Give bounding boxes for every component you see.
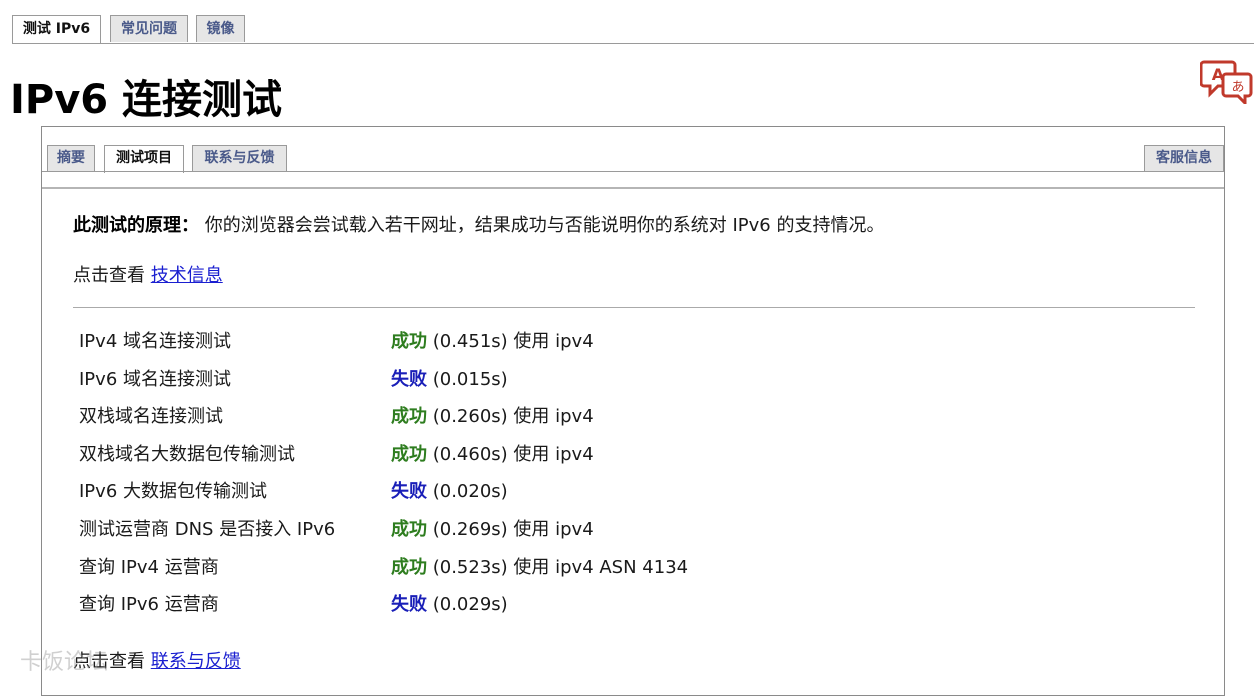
test-label: 测试运营商 DNS 是否接入 IPv6 [79,518,336,540]
test-result: 成功 (0.269s) 使用 ipv4 [391,515,594,541]
test-detail: (0.451s) 使用 ipv4 [427,331,594,352]
test-result: 成功 (0.523s) 使用 ipv4 ASN 4134 [391,553,688,579]
test-label: 双栈域名连接测试 [79,406,223,428]
test-detail: (0.460s) 使用 ipv4 [427,443,594,465]
test-label: IPv6 大数据包传输测试 [79,481,267,503]
tab-mirrors[interactable]: 镜像 [196,15,245,42]
test-result: 成功 (0.260s) 使用 ipv4 [391,402,594,428]
principle-body: 你的浏览器会尝试载入若干网址，结果成功与否能说明你的系统对 IPv6 的支持情况… [204,215,885,236]
test-status: 成功 [391,331,427,352]
test-result: 成功 (0.460s) 使用 ipv4 [391,440,594,466]
test-status: 失败 [391,481,427,503]
feedback-link[interactable]: 联系与反馈 [151,651,241,672]
test-result: 失败 (0.015s) [391,365,508,391]
test-label: 查询 IPv4 运营商 [79,556,219,578]
tab-contact-feedback[interactable]: 联系与反馈 [192,145,287,171]
test-label: IPv6 域名连接测试 [79,368,231,390]
translate-icon[interactable]: A あ [1200,58,1254,104]
test-detail: (0.523s) 使用 ipv4 ASN 4134 [427,556,689,578]
test-result: 失败 (0.029s) [391,590,508,616]
sub-tab-bar: 摘要 测试项目 联系与反馈 客服信息 [42,127,1224,189]
test-label: 查询 IPv6 运营商 [79,594,219,616]
test-detail: (0.015s) [427,368,508,390]
test-status: 成功 [391,518,427,540]
test-panel: 摘要 测试项目 联系与反馈 客服信息 此测试的原理： 你的浏览器会尝试载入若干网… [41,126,1225,696]
tech-info-line: 点击查看 技术信息 [73,261,223,287]
tab-support-info[interactable]: 客服信息 [1144,145,1224,171]
test-detail: (0.029s) [427,594,508,616]
test-detail: (0.260s) 使用 ipv4 [427,406,594,428]
test-status: 失败 [391,594,427,616]
test-result: 失败 (0.020s) [391,477,508,503]
sub-tab-divider [42,171,1224,172]
test-result: 成功 (0.451s) 使用 ipv4 [391,327,594,353]
test-status: 成功 [391,443,427,465]
principle-text: 此测试的原理： 你的浏览器会尝试载入若干网址，结果成功与否能说明你的系统对 IP… [73,211,884,237]
tab-test-items[interactable]: 测试项目 [104,145,184,173]
tech-info-link[interactable]: 技术信息 [151,265,223,286]
test-status: 成功 [391,406,427,428]
tab-faq[interactable]: 常见问题 [110,15,188,42]
watermark: 卡饭论坛 [20,650,109,675]
svg-text:あ: あ [1231,80,1244,95]
top-tab-bar: 测试 IPv6 常见问题 镜像 [0,0,1254,44]
section-divider [73,307,1195,308]
sub-tab-rule [42,187,1224,189]
test-detail: (0.020s) [427,481,508,503]
tab-bar-divider [12,43,1254,44]
tech-info-prefix: 点击查看 [73,265,151,286]
test-status: 成功 [391,556,427,578]
principle-heading: 此测试的原理： [73,215,199,236]
page-title: IPv6 连接测试 [10,77,283,123]
test-detail: (0.269s) 使用 ipv4 [427,518,594,540]
test-status: 失败 [391,368,427,390]
test-label: 双栈域名大数据包传输测试 [79,443,295,465]
tab-test-ipv6[interactable]: 测试 IPv6 [12,15,101,44]
tab-summary[interactable]: 摘要 [47,145,95,171]
test-label: IPv4 域名连接测试 [79,331,231,352]
